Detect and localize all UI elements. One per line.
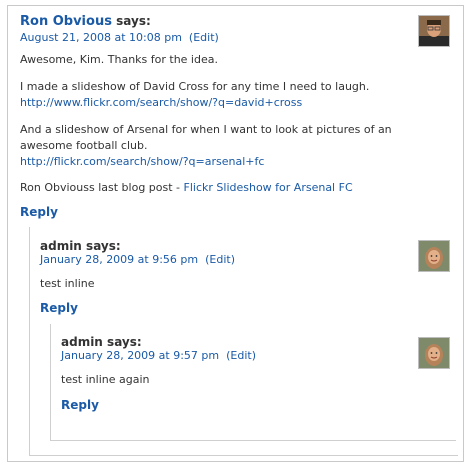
comment3-edit-link[interactable]: (Edit): [226, 349, 256, 362]
comment3-author-line: admin says:: [61, 335, 142, 349]
comment1-author-link[interactable]: Ron Obvious: [20, 14, 112, 29]
comment2-reply-link[interactable]: Reply: [40, 301, 78, 315]
comment1-paragraph-2: I made a slideshow of David Cross for an…: [20, 79, 369, 111]
comment1-says: says:: [116, 14, 151, 28]
comment1-avatar: [418, 15, 450, 47]
comment2-says: says:: [86, 239, 121, 253]
comment2-avatar: [418, 240, 450, 272]
user-avatar-photo-icon: [419, 241, 449, 271]
comment1-author-line: Ron Obvious says:: [20, 14, 151, 29]
comment3-meta: January 28, 2009 at 9:57 pm (Edit): [61, 349, 256, 362]
comment3-reply-link[interactable]: Reply: [61, 398, 99, 412]
comment1-meta: August 21, 2008 at 10:08 pm (Edit): [20, 31, 219, 44]
comment2-date-link[interactable]: January 28, 2009 at 9:56 pm: [40, 253, 198, 266]
user-avatar-photo-icon: [419, 16, 449, 46]
comment1-reply-link[interactable]: Reply: [20, 205, 58, 219]
comment1-p3-text1: And a slideshow of Arsenal for when I wa…: [20, 123, 392, 136]
comment1-last-post: Ron Obviouss last blog post - Flickr Sli…: [20, 180, 353, 196]
comment1-last-post-link[interactable]: Flickr Slideshow for Arsenal FC: [184, 181, 353, 194]
comment3-avatar: [418, 337, 450, 369]
comment1-last-post-label: Ron Obviouss last blog post -: [20, 181, 184, 194]
comment2-meta: January 28, 2009 at 9:56 pm (Edit): [40, 253, 235, 266]
comment1-p2-link[interactable]: http://www.flickr.com/search/show/?q=dav…: [20, 96, 302, 109]
comment1-p3-text2: awesome football club.: [20, 139, 148, 152]
comment2-body: test inline: [40, 277, 95, 290]
comment3-date-link[interactable]: January 28, 2009 at 9:57 pm: [61, 349, 219, 362]
comment3-author: admin: [61, 335, 103, 349]
comment2-author: admin: [40, 239, 82, 253]
comment2-edit-link[interactable]: (Edit): [205, 253, 235, 266]
comment2-author-line: admin says:: [40, 239, 121, 253]
comment1-p2-text: I made a slideshow of David Cross for an…: [20, 80, 370, 93]
comment1-paragraph-3: And a slideshow of Arsenal for when I wa…: [20, 122, 447, 170]
comment1-paragraph-1: Awesome, Kim. Thanks for the idea.: [20, 53, 218, 66]
comment3-says: says:: [107, 335, 142, 349]
user-avatar-photo-icon: [419, 338, 449, 368]
comment3-body: test inline again: [61, 373, 150, 386]
comment1-p3-link[interactable]: http://flickr.com/search/show/?q=arsenal…: [20, 155, 264, 168]
comment1-edit-link[interactable]: (Edit): [189, 31, 219, 44]
comment1-date-link[interactable]: August 21, 2008 at 10:08 pm: [20, 31, 182, 44]
